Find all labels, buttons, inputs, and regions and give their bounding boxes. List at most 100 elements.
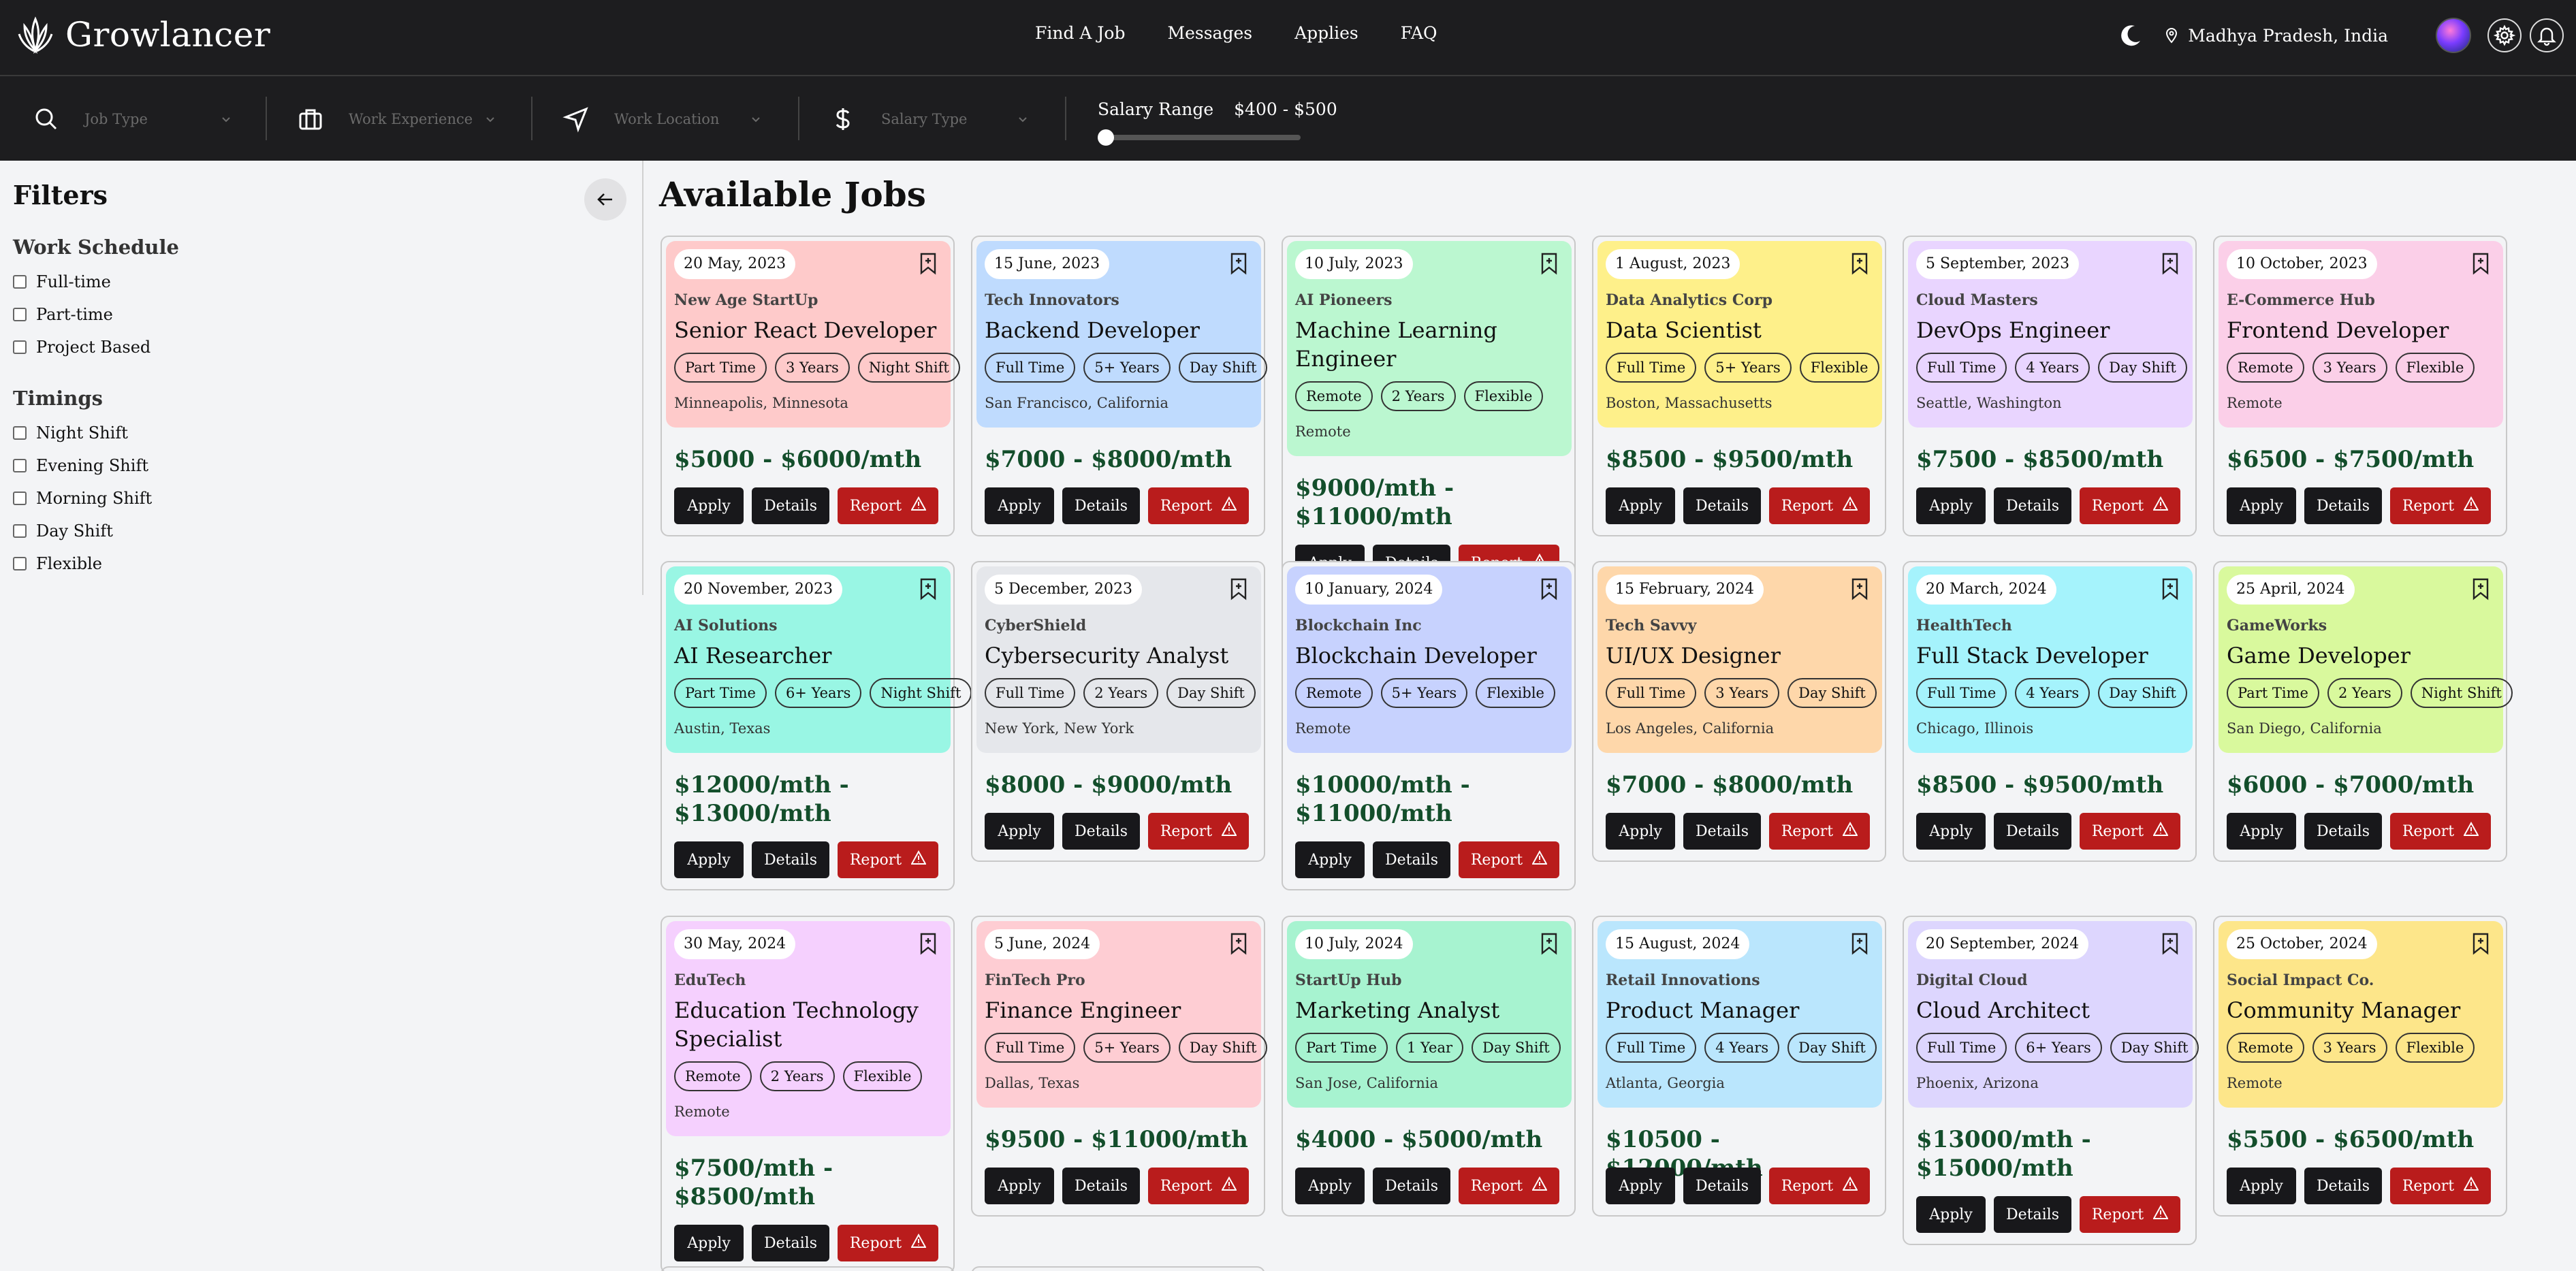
- job-card[interactable]: 30 May, 2024 EduTech Education Technolog…: [661, 916, 955, 1271]
- bookmark-icon[interactable]: [918, 932, 938, 955]
- bookmark-icon[interactable]: [1539, 577, 1559, 600]
- job-card[interactable]: 15 August, 2024 Retail Innovations Produ…: [1592, 916, 1886, 1217]
- job-card[interactable]: 15 June, 2023 Tech Innovators Backend De…: [971, 236, 1268, 536]
- job-title[interactable]: Machine Learning Engineer: [1295, 316, 1568, 373]
- job-card[interactable]: 1 August, 2023 Data Analytics Corp Data …: [1592, 236, 1886, 536]
- apply-button[interactable]: Apply: [985, 487, 1054, 524]
- apply-button[interactable]: Apply: [985, 813, 1054, 850]
- details-button[interactable]: Details: [1994, 487, 2071, 524]
- job-title[interactable]: Game Developer: [2227, 641, 2499, 670]
- job-card[interactable]: 20 March, 2024 HealthTech Full Stack Dev…: [1903, 561, 2197, 862]
- collapse-filters-button[interactable]: [584, 178, 626, 221]
- details-button[interactable]: Details: [1683, 1168, 1761, 1204]
- report-button[interactable]: Report: [838, 487, 938, 524]
- details-button[interactable]: Details: [752, 1225, 829, 1261]
- job-title[interactable]: Senior React Developer: [674, 316, 947, 344]
- checkbox[interactable]: [13, 557, 27, 570]
- details-button[interactable]: Details: [1683, 813, 1761, 850]
- job-title[interactable]: DevOps Engineer: [1916, 316, 2189, 344]
- filter-evening-shift[interactable]: Evening Shift: [13, 456, 148, 475]
- brand-logo[interactable]: Growlancer: [18, 15, 270, 54]
- details-button[interactable]: Details: [1373, 841, 1450, 878]
- report-button[interactable]: Report: [1769, 487, 1870, 524]
- nav-find-a-job[interactable]: Find A Job: [1035, 23, 1125, 43]
- settings-button[interactable]: [2487, 18, 2522, 52]
- filter-full-time[interactable]: Full-time: [13, 272, 111, 291]
- job-title[interactable]: Blockchain Developer: [1295, 641, 1568, 670]
- moon-icon[interactable]: [2118, 23, 2143, 48]
- report-button[interactable]: Report: [1459, 841, 1559, 878]
- job-card[interactable]: 5 December, 2023 CyberShield Cybersecuri…: [971, 561, 1265, 862]
- avatar[interactable]: [2436, 18, 2471, 53]
- bookmark-icon[interactable]: [918, 577, 938, 600]
- job-title[interactable]: AI Researcher: [674, 641, 947, 670]
- apply-button[interactable]: Apply: [1916, 1196, 1986, 1233]
- bookmark-icon[interactable]: [2160, 252, 2180, 275]
- bookmark-icon[interactable]: [1228, 577, 1249, 600]
- checkbox[interactable]: [13, 340, 27, 354]
- details-button[interactable]: Details: [1994, 813, 2071, 850]
- apply-button[interactable]: Apply: [1916, 487, 1986, 524]
- nav-messages[interactable]: Messages: [1167, 23, 1252, 43]
- bookmark-icon[interactable]: [1849, 932, 1870, 955]
- bookmark-icon[interactable]: [2160, 932, 2180, 955]
- job-card[interactable]: 20 May, 2023 New Age StartUp Senior Reac…: [661, 236, 960, 536]
- apply-button[interactable]: Apply: [1606, 1168, 1675, 1204]
- apply-button[interactable]: Apply: [674, 841, 744, 878]
- details-button[interactable]: Details: [1373, 1168, 1450, 1204]
- report-button[interactable]: Report: [2080, 813, 2180, 850]
- filter-night-shift[interactable]: Night Shift: [13, 423, 128, 443]
- report-button[interactable]: Report: [2390, 1168, 2491, 1204]
- bookmark-icon[interactable]: [1849, 252, 1870, 275]
- job-title[interactable]: Cloud Architect: [1916, 996, 2189, 1025]
- report-button[interactable]: Report: [1459, 1168, 1559, 1204]
- job-card[interactable]: 20 September, 2024 Digital Cloud Cloud A…: [1903, 916, 2199, 1245]
- report-button[interactable]: Report: [2080, 1196, 2180, 1233]
- details-button[interactable]: Details: [1683, 487, 1761, 524]
- apply-button[interactable]: Apply: [674, 487, 744, 524]
- job-title[interactable]: Backend Developer: [985, 316, 1257, 344]
- checkbox[interactable]: [13, 492, 27, 505]
- report-button[interactable]: Report: [2080, 487, 2180, 524]
- filter-day-shift[interactable]: Day Shift: [13, 521, 113, 541]
- checkbox[interactable]: [13, 426, 27, 440]
- report-button[interactable]: Report: [838, 1225, 938, 1261]
- checkbox[interactable]: [13, 275, 27, 289]
- job-title[interactable]: Community Manager: [2227, 996, 2499, 1025]
- bookmark-icon[interactable]: [1539, 252, 1559, 275]
- details-button[interactable]: Details: [2304, 1168, 2382, 1204]
- job-card[interactable]: 10 July, 2024 StartUp Hub Marketing Anal…: [1282, 916, 1576, 1217]
- report-button[interactable]: Report: [1148, 813, 1249, 850]
- details-button[interactable]: Details: [752, 487, 829, 524]
- job-title[interactable]: Frontend Developer: [2227, 316, 2499, 344]
- apply-button[interactable]: Apply: [1295, 1168, 1365, 1204]
- job-title[interactable]: Marketing Analyst: [1295, 996, 1568, 1025]
- report-button[interactable]: Report: [838, 841, 938, 878]
- job-type-select[interactable]: Job Type: [33, 98, 237, 140]
- report-button[interactable]: Report: [2390, 813, 2491, 850]
- job-card[interactable]: 10 July, 2023 AI Pioneers Machine Learni…: [1282, 236, 1576, 594]
- bookmark-icon[interactable]: [1849, 577, 1870, 600]
- job-title[interactable]: Product Manager: [1606, 996, 1878, 1025]
- apply-button[interactable]: Apply: [985, 1168, 1054, 1204]
- bookmark-icon[interactable]: [2470, 577, 2491, 600]
- checkbox[interactable]: [13, 524, 27, 538]
- bookmark-icon[interactable]: [2470, 932, 2491, 955]
- apply-button[interactable]: Apply: [1606, 487, 1675, 524]
- apply-button[interactable]: Apply: [2227, 487, 2296, 524]
- bookmark-icon[interactable]: [1539, 932, 1559, 955]
- filter-part-time[interactable]: Part-time: [13, 305, 113, 324]
- apply-button[interactable]: Apply: [2227, 1168, 2296, 1204]
- details-button[interactable]: Details: [752, 841, 829, 878]
- slider-handle[interactable]: [1098, 129, 1114, 146]
- bookmark-icon[interactable]: [2470, 252, 2491, 275]
- bookmark-icon[interactable]: [1228, 932, 1249, 955]
- salary-type-select[interactable]: Salary Type: [829, 98, 1034, 140]
- filter-morning-shift[interactable]: Morning Shift: [13, 489, 152, 508]
- job-card[interactable]: 25 October, 2024 Social Impact Co. Commu…: [2213, 916, 2507, 1217]
- job-card[interactable]: 10 October, 2023 E-Commerce Hub Frontend…: [2213, 236, 2507, 536]
- salary-range-slider[interactable]: [1098, 129, 1301, 146]
- apply-button[interactable]: Apply: [1295, 841, 1365, 878]
- job-title[interactable]: Education Technology Specialist: [674, 996, 947, 1053]
- checkbox[interactable]: [13, 459, 27, 472]
